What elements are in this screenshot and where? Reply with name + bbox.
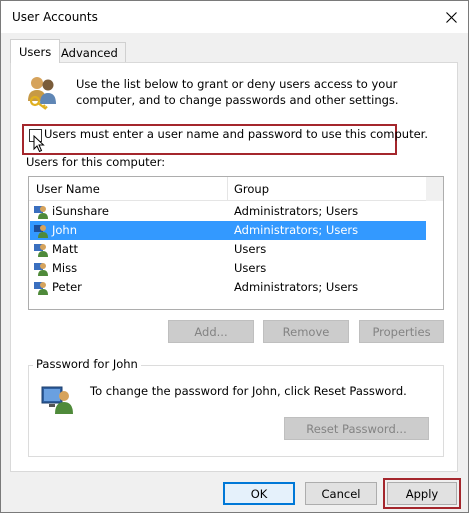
users-keys-icon <box>28 77 56 110</box>
user-name-cell: Peter <box>52 280 82 294</box>
column-separator[interactable] <box>227 177 228 201</box>
user-monitor-icon <box>41 386 73 414</box>
cancel-button[interactable]: Cancel <box>305 482 377 505</box>
table-row[interactable]: Miss Users <box>30 259 426 278</box>
window-title: User Accounts <box>12 10 98 24</box>
group-cell: Users <box>234 261 267 275</box>
user-name-cell: Miss <box>52 261 78 275</box>
group-cell: Administrators; Users <box>234 223 359 237</box>
ok-button[interactable]: OK <box>223 482 295 505</box>
highlight-frame-apply <box>383 478 461 509</box>
user-icon <box>34 206 48 219</box>
title-bar: User Accounts <box>1 1 468 33</box>
add-button[interactable]: Add... <box>168 320 254 343</box>
table-row-selected[interactable]: John Administrators; Users <box>30 221 426 240</box>
user-icon <box>34 282 48 295</box>
password-groupbox-title: Password for John <box>33 357 141 371</box>
close-icon <box>445 11 457 23</box>
table-row[interactable]: Matt Users <box>30 240 426 259</box>
table-row[interactable]: Peter Administrators; Users <box>30 278 426 297</box>
users-tab-panel: Use the list below to grant or deny user… <box>10 62 458 472</box>
users-list-header: User Name Group <box>29 177 443 201</box>
users-list[interactable]: User Name Group iSunshare Administrators… <box>28 176 444 310</box>
column-group[interactable]: Group <box>234 182 269 196</box>
users-list-caption: Users for this computer: <box>26 155 166 169</box>
user-icon <box>34 244 48 257</box>
password-groupbox <box>28 365 444 457</box>
require-login-label[interactable]: Users must enter a user name and passwor… <box>44 127 428 141</box>
group-cell: Administrators; Users <box>234 280 359 294</box>
close-button[interactable] <box>435 2 467 32</box>
header-filler <box>426 177 443 201</box>
group-cell: Administrators; Users <box>234 204 359 218</box>
user-name-cell: Matt <box>52 242 78 256</box>
user-icon <box>34 263 48 276</box>
intro-text: Use the list below to grant or deny user… <box>76 77 399 107</box>
password-help-text: To change the password for John, click R… <box>90 384 407 398</box>
remove-button[interactable]: Remove <box>263 320 349 343</box>
table-row[interactable]: iSunshare Administrators; Users <box>30 202 426 221</box>
column-user-name[interactable]: User Name <box>36 182 100 196</box>
user-accounts-dialog: User Accounts Users Advanced Use the lis… <box>0 0 469 513</box>
tab-advanced[interactable]: Advanced <box>53 42 126 62</box>
properties-button[interactable]: Properties <box>359 320 444 343</box>
group-cell: Users <box>234 242 267 256</box>
tab-users[interactable]: Users <box>10 39 61 63</box>
user-name-cell: John <box>52 223 78 237</box>
reset-password-button[interactable]: Reset Password... <box>284 417 429 440</box>
mouse-cursor-icon <box>33 135 45 153</box>
user-name-cell: iSunshare <box>52 204 109 218</box>
user-icon <box>34 225 48 238</box>
